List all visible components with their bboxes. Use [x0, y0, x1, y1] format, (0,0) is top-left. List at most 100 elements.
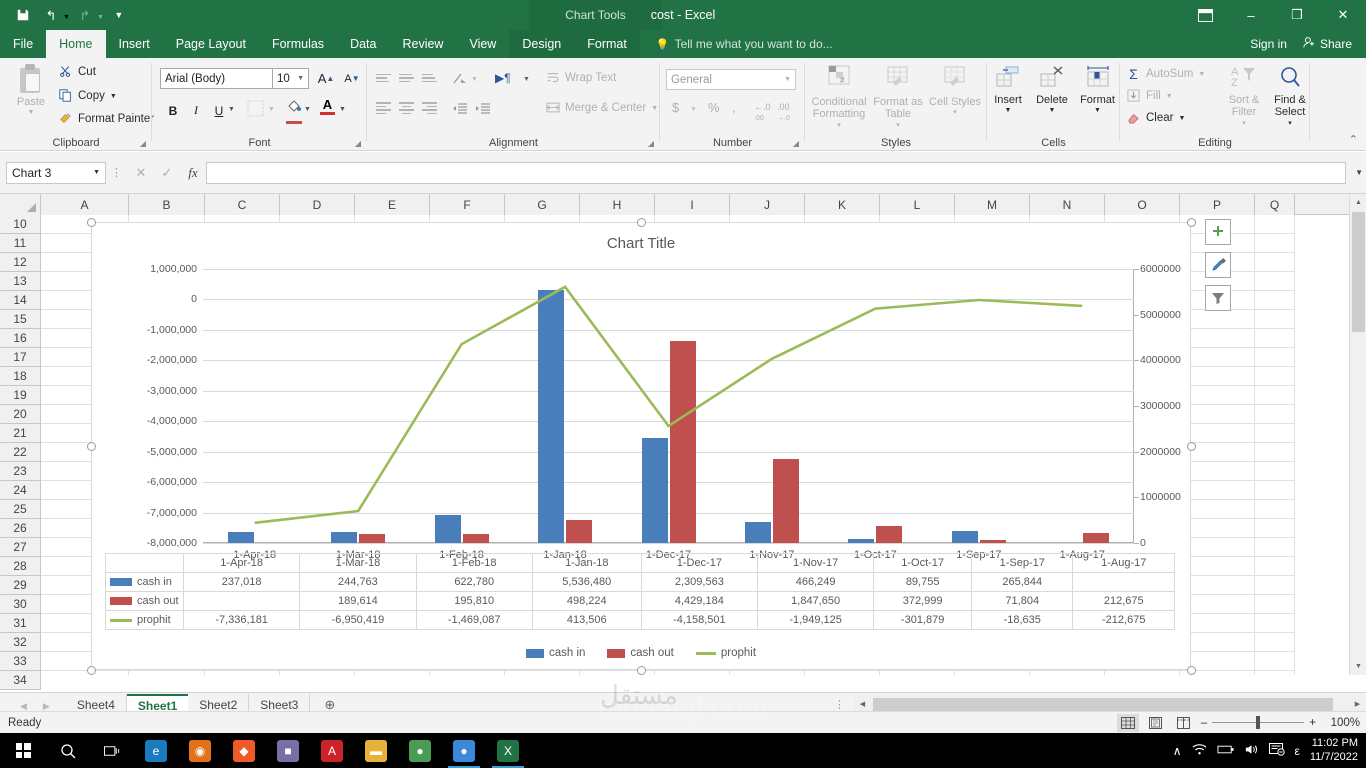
format-cells-button[interactable]: Format ▼ — [1075, 64, 1120, 115]
chart-data-table[interactable]: 1-Apr-18 1-Mar-18 1-Feb-18 1-Jan-18 1-Dec-17… — [105, 553, 1175, 630]
clock[interactable]: 11:02 PM 11/7/2022 — [1310, 737, 1358, 765]
legend-item-prophit[interactable]: prophit — [695, 647, 756, 659]
tab-view[interactable]: View — [456, 30, 509, 58]
cell-I34[interactable] — [655, 671, 730, 675]
select-all-corner[interactable] — [0, 194, 41, 215]
row-header-31[interactable]: 31 — [0, 614, 41, 633]
row-header-12[interactable]: 12 — [0, 253, 41, 272]
expand-formula-bar-icon[interactable]: ▼ — [1355, 168, 1363, 177]
cell-Q23[interactable] — [1255, 462, 1295, 481]
chart-plot-area[interactable] — [203, 269, 1134, 544]
customize-qat-icon[interactable]: ▼ — [106, 3, 132, 27]
wifi-icon[interactable] — [1192, 743, 1207, 759]
ribbon-display-options-icon[interactable] — [1182, 0, 1228, 30]
acrobat-icon[interactable]: A — [310, 733, 354, 768]
cell-Q11[interactable] — [1255, 234, 1295, 253]
cell-J34[interactable] — [730, 671, 805, 675]
save-icon[interactable] — [10, 3, 36, 27]
column-header-I[interactable]: I — [655, 194, 730, 215]
cell-Q30[interactable] — [1255, 595, 1295, 614]
row-header-25[interactable]: 25 — [0, 500, 41, 519]
page-break-preview-icon[interactable] — [1173, 714, 1195, 732]
secondary-value-axis[interactable]: 6000000 5000000 4000000 3000000 2000000 10000… — [1134, 263, 1200, 549]
cell-Q21[interactable] — [1255, 424, 1295, 443]
cell-Q13[interactable] — [1255, 272, 1295, 291]
grow-font-button[interactable]: A ▲ — [315, 68, 337, 89]
chart-legend[interactable]: cash in cash out prophit — [92, 647, 1190, 659]
vertical-scroll-thumb[interactable] — [1352, 212, 1365, 332]
underline-button[interactable]: U — [208, 100, 230, 121]
find-select-dropdown-icon[interactable]: ▾ — [1288, 120, 1292, 128]
windows-start-icon[interactable] — [0, 743, 46, 758]
tab-file[interactable]: File — [0, 30, 46, 58]
column-header-D[interactable]: D — [280, 194, 355, 215]
chart-handle-bottom-right[interactable] — [1187, 666, 1196, 675]
row-header-20[interactable]: 20 — [0, 405, 41, 424]
clear-button[interactable]: Clear ▼ — [1126, 110, 1185, 125]
cell-E34[interactable] — [355, 671, 430, 675]
font-color-dropdown-icon[interactable]: ▼ — [339, 106, 346, 113]
cell-Q22[interactable] — [1255, 443, 1295, 462]
delete-cells-dropdown-icon[interactable]: ▼ — [1049, 107, 1056, 115]
copy-dropdown-icon[interactable]: ▼ — [110, 93, 117, 100]
cell-Q17[interactable] — [1255, 348, 1295, 367]
cell-M34[interactable] — [955, 671, 1030, 675]
tab-home[interactable]: Home — [46, 30, 106, 58]
zoom-thumb[interactable] — [1256, 716, 1261, 729]
cell-P32[interactable] — [1180, 633, 1255, 652]
cell-Q15[interactable] — [1255, 310, 1295, 329]
cell-O34[interactable] — [1105, 671, 1180, 675]
font-size-dropdown-icon[interactable]: ▼ — [297, 75, 304, 82]
row-header-27[interactable]: 27 — [0, 538, 41, 557]
battery-icon[interactable] — [1216, 744, 1234, 758]
sign-in-button[interactable]: Sign in — [1244, 37, 1293, 51]
number-dialog-launcher[interactable]: ◢ — [793, 139, 799, 148]
hscroll-right-icon[interactable]: ▶ — [1349, 695, 1366, 713]
cell-Q20[interactable] — [1255, 405, 1295, 424]
tab-design[interactable]: Design — [509, 30, 575, 58]
language-indicator[interactable]: ε — [1295, 744, 1300, 758]
fill-color-dropdown-icon[interactable]: ▼ — [304, 106, 311, 113]
chart-filters-button[interactable] — [1205, 285, 1231, 311]
row-header-11[interactable]: 11 — [0, 234, 41, 253]
alignment-dialog-launcher[interactable]: ◢ — [648, 139, 654, 148]
row-header-13[interactable]: 13 — [0, 272, 41, 291]
font-name-input[interactable]: Arial (Body) ▼ — [160, 68, 285, 89]
font-color-button[interactable]: A — [320, 98, 335, 115]
search-icon[interactable] — [46, 733, 90, 768]
font-dialog-launcher[interactable]: ◢ — [355, 139, 361, 148]
cell-Q18[interactable] — [1255, 367, 1295, 386]
scroll-up-icon[interactable]: ▲ — [1350, 194, 1366, 211]
cell-Q29[interactable] — [1255, 576, 1295, 595]
column-header-N[interactable]: N — [1030, 194, 1105, 215]
cell-C34[interactable] — [205, 671, 280, 675]
chart-object[interactable]: Chart Title 1,000,000 0 -1,000,000 -2,000,0… — [87, 218, 1231, 675]
zoom-track[interactable] — [1212, 716, 1305, 729]
row-header-24[interactable]: 24 — [0, 481, 41, 500]
tell-me-search[interactable]: 💡 Tell me what you want to do... — [656, 30, 833, 58]
tray-chevron-icon[interactable]: ∧ — [1173, 744, 1182, 758]
cell-L34[interactable] — [880, 671, 955, 675]
delete-cells-button[interactable]: Delete ▼ — [1031, 64, 1073, 115]
zoom-out-button[interactable]: – — [1201, 717, 1207, 729]
column-header-G[interactable]: G — [505, 194, 580, 215]
chart-handle-top-center[interactable] — [637, 218, 646, 227]
row-header-34[interactable]: 34 — [0, 671, 41, 690]
clipboard-dialog-launcher[interactable]: ◢ — [140, 139, 146, 148]
zoom-level[interactable]: 100% — [1322, 717, 1360, 729]
row-header-17[interactable]: 17 — [0, 348, 41, 367]
task-view-icon[interactable] — [90, 733, 134, 768]
zoom-in-button[interactable]: + — [1309, 717, 1316, 729]
chart-styles-button[interactable] — [1205, 252, 1231, 278]
chrome-icon[interactable]: ● — [398, 733, 442, 768]
row-header-28[interactable]: 28 — [0, 557, 41, 576]
app-icon[interactable]: ■ — [266, 733, 310, 768]
cell-Q28[interactable] — [1255, 557, 1295, 576]
format-painter-button[interactable]: Format Painter — [58, 111, 154, 126]
insert-function-icon[interactable]: fx — [180, 165, 206, 181]
legend-item-cash-out[interactable]: cash out — [607, 647, 674, 659]
cell-Q25[interactable] — [1255, 500, 1295, 519]
row-header-29[interactable]: 29 — [0, 576, 41, 595]
column-header-P[interactable]: P — [1180, 194, 1255, 215]
column-header-A[interactable]: A — [41, 194, 129, 215]
